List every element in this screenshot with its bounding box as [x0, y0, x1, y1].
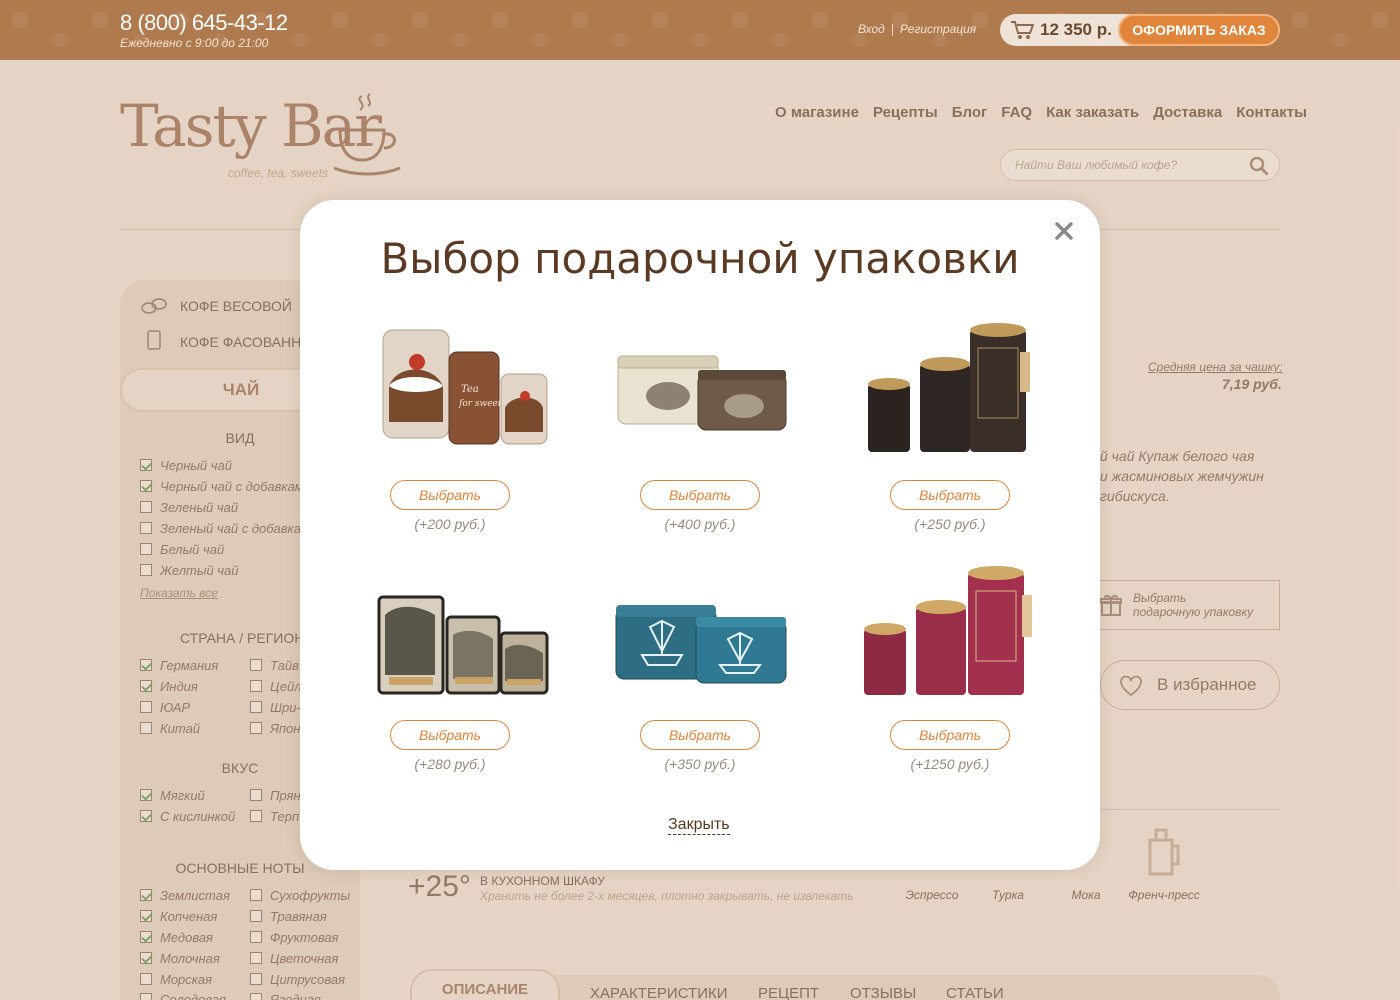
gift-price: (+1250 руб.) — [910, 756, 990, 772]
gift-price: (+250 руб.) — [914, 516, 986, 532]
register-link[interactable]: Регистрация — [900, 22, 976, 36]
checkout-button[interactable]: ОФОРМИТЬ ЗАКАЗ — [1118, 14, 1280, 46]
working-hours: Ежедневно с 9:00 до 21:00 — [120, 36, 269, 50]
cart-total: 12 350 р. — [1040, 20, 1112, 39]
gift-price: (+350 руб.) — [664, 756, 736, 772]
gift-image-cake-tins: Tea for sweet — [382, 329, 548, 445]
top-bar: 8 (800) 645-43-12 Ежедневно с 9:00 до 21… — [0, 0, 1400, 60]
gift-image-burgundy-tubes — [864, 566, 1032, 695]
svg-text:Tea: Tea — [461, 384, 479, 395]
gift-image-ship-tins — [615, 605, 787, 684]
choose-button[interactable]: Выбрать — [390, 720, 510, 750]
gift-price: (+200 руб.) — [414, 516, 486, 532]
choose-button[interactable]: Выбрать — [390, 480, 510, 510]
login-link[interactable]: Вход — [858, 22, 885, 36]
gift-wrap-modal: Выбор подарочной упаковки Tea for sweet … — [300, 200, 1100, 870]
gift-price: (+400 руб.) — [664, 516, 736, 532]
gift-image-black-tubes — [868, 323, 1030, 452]
auth-links: Вход | Регистрация — [858, 22, 976, 36]
phone-number[interactable]: 8 (800) 645-43-12 — [120, 10, 288, 36]
gift-price: (+280 руб.) — [414, 756, 486, 772]
cart-icon — [1011, 21, 1034, 39]
choose-button[interactable]: Выбрать — [890, 720, 1010, 750]
gift-image-landscape-tins — [377, 595, 549, 695]
close-link[interactable]: Закрыть — [668, 816, 730, 835]
auth-separator: | — [890, 22, 894, 36]
choose-button[interactable]: Выбрать — [890, 480, 1010, 510]
choose-button[interactable]: Выбрать — [640, 720, 760, 750]
choose-button[interactable]: Выбрать — [640, 480, 760, 510]
gift-image-elephant-tins — [617, 355, 787, 431]
modal-title: Выбор подарочной упаковки — [380, 234, 1020, 283]
svg-text:for sweet: for sweet — [458, 399, 502, 409]
